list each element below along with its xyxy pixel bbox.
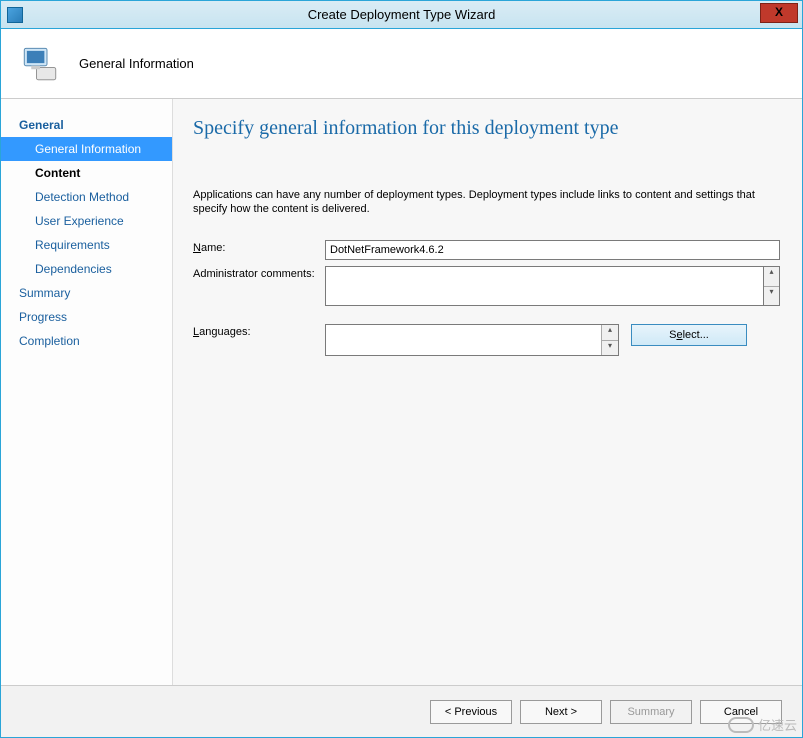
header-title: General Information <box>79 56 194 71</box>
computer-icon <box>19 43 61 85</box>
sidebar-item-completion[interactable]: Completion <box>1 329 172 353</box>
languages-listbox[interactable]: ▴ ▾ <box>325 324 619 356</box>
languages-value <box>326 325 601 355</box>
comments-label: Administrator comments: <box>193 266 325 280</box>
languages-label: Languages: <box>193 324 325 338</box>
sidebar: GeneralGeneral InformationContentDetecti… <box>1 99 173 685</box>
page-heading: Specify general information for this dep… <box>193 117 780 140</box>
titlebar: Create Deployment Type Wizard X <box>1 1 802 29</box>
scroll-down-icon[interactable]: ▾ <box>764 287 779 306</box>
name-input[interactable] <box>325 240 780 260</box>
next-button[interactable]: Next > <box>520 700 602 724</box>
intro-text: Applications can have any number of depl… <box>193 188 780 216</box>
summary-button[interactable]: Summary <box>610 700 692 724</box>
scroll-up-icon[interactable]: ▴ <box>764 267 779 287</box>
wizard-window: Create Deployment Type Wizard X General … <box>0 0 803 738</box>
scroll-up-icon[interactable]: ▴ <box>602 325 618 341</box>
watermark: 亿速云 <box>728 715 797 734</box>
comments-scrollbar: ▴ ▾ <box>763 266 780 306</box>
sidebar-item-progress[interactable]: Progress <box>1 305 172 329</box>
comments-row: Administrator comments: ▴ ▾ <box>193 266 780 306</box>
scroll-down-icon[interactable]: ▾ <box>602 341 618 356</box>
previous-button[interactable]: < Previous <box>430 700 512 724</box>
sidebar-item-detection-method[interactable]: Detection Method <box>1 185 172 209</box>
sidebar-item-requirements[interactable]: Requirements <box>1 233 172 257</box>
cloud-icon <box>728 717 754 733</box>
languages-row: Languages: ▴ ▾ Select... <box>193 324 780 356</box>
name-label: Name: <box>193 240 325 254</box>
name-row: Name: <box>193 240 780 260</box>
body: GeneralGeneral InformationContentDetecti… <box>1 99 802 685</box>
sidebar-item-summary[interactable]: Summary <box>1 281 172 305</box>
sidebar-item-user-experience[interactable]: User Experience <box>1 209 172 233</box>
comments-box: ▴ ▾ <box>325 266 780 306</box>
sidebar-item-general-information[interactable]: General Information <box>1 137 172 161</box>
sidebar-item-general[interactable]: General <box>1 113 172 137</box>
watermark-text: 亿速云 <box>758 715 797 734</box>
close-button[interactable]: X <box>760 3 798 23</box>
comments-textarea[interactable] <box>325 266 763 306</box>
sidebar-item-dependencies[interactable]: Dependencies <box>1 257 172 281</box>
main-panel: Specify general information for this dep… <box>173 99 802 685</box>
sidebar-item-content[interactable]: Content <box>1 161 172 185</box>
select-button[interactable]: Select... <box>631 324 747 346</box>
languages-scrollbar: ▴ ▾ <box>601 325 618 355</box>
window-title: Create Deployment Type Wizard <box>1 7 802 22</box>
footer: < Previous Next > Summary Cancel <box>1 685 802 737</box>
header: General Information <box>1 29 802 99</box>
